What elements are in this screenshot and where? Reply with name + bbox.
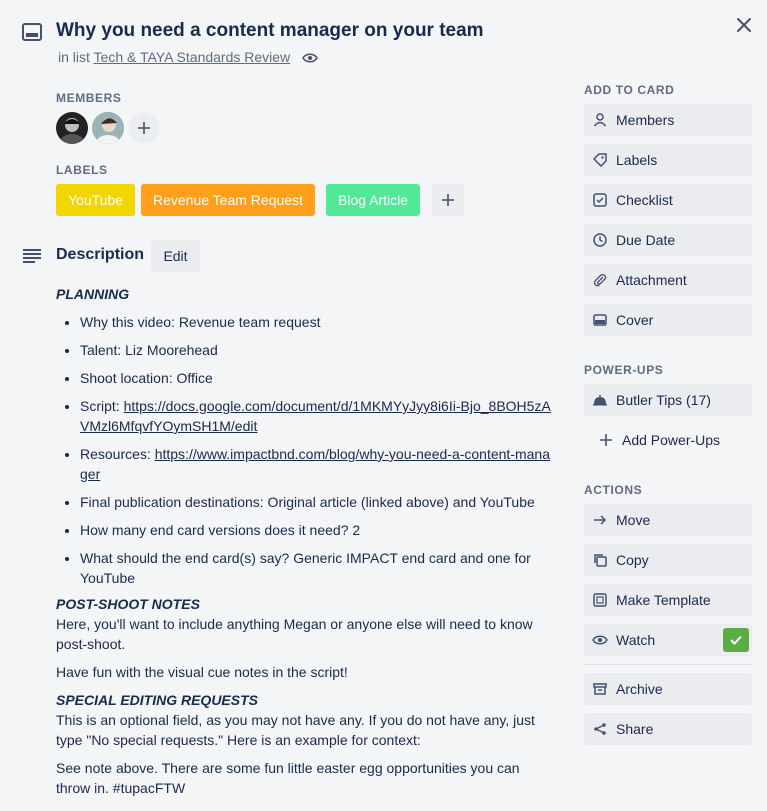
checklist-button-label: Checklist (616, 192, 673, 208)
attachment-button-label: Attachment (616, 272, 687, 288)
plus-icon (138, 122, 150, 134)
butler-tips-button[interactable]: Butler Tips (17) (584, 384, 752, 416)
planning-heading: PLANNING (56, 286, 130, 302)
avatar[interactable] (92, 112, 124, 144)
copy-icon (594, 554, 607, 567)
edit-description-button[interactable]: Edit (151, 240, 200, 272)
fun-text: Have fun with the visual cue notes in th… (56, 664, 348, 680)
tag-icon (593, 153, 607, 167)
power-ups-label: POWER-UPS (584, 363, 664, 377)
butler-bell-icon (593, 395, 607, 406)
checkbox-icon (593, 193, 607, 207)
list-item: Shoot location: Office (80, 368, 556, 388)
cover-icon (593, 314, 607, 326)
post-shoot-heading: POST-SHOOT NOTES (56, 596, 200, 612)
avatar[interactable] (56, 112, 88, 144)
archive-icon (593, 683, 607, 695)
make-template-button-label: Make Template (616, 592, 711, 608)
make-template-button[interactable]: Make Template (584, 584, 752, 616)
description-icon (23, 249, 41, 263)
watch-button-label: Watch (616, 632, 656, 648)
cover-button[interactable]: Cover (584, 304, 752, 336)
labels-button[interactable]: Labels (584, 144, 752, 176)
card-icon (22, 23, 42, 41)
clock-icon (593, 233, 607, 247)
add-member-button[interactable] (128, 112, 160, 144)
move-button-label: Move (616, 512, 651, 528)
actions-label: ACTIONS (584, 483, 643, 497)
card-title[interactable]: Why you need a content manager on your t… (56, 20, 484, 42)
share-icon (594, 723, 606, 735)
list-item: Talent: Liz Moorehead (80, 340, 556, 360)
watch-button[interactable]: Watch (584, 624, 752, 656)
list-breadcrumb: in list Tech & TAYA Standards Review (58, 49, 318, 65)
script-prefix: Script: (80, 398, 124, 414)
arrow-right-icon (594, 515, 607, 525)
copy-button[interactable]: Copy (584, 544, 752, 576)
divider (584, 664, 752, 665)
special-editing-heading: SPECIAL EDITING REQUESTS (56, 692, 258, 708)
label-youtube[interactable]: YouTube (56, 184, 136, 216)
share-button[interactable]: Share (584, 713, 752, 745)
label-revenue-team-request[interactable]: Revenue Team Request (141, 184, 315, 216)
share-button-label: Share (616, 721, 654, 737)
list-link[interactable]: Tech & TAYA Standards Review (94, 49, 291, 65)
due-date-button-label: Due Date (616, 232, 676, 248)
list-item: What should the end card(s) say? Generic… (80, 548, 556, 588)
resources-prefix: Resources: (80, 446, 155, 462)
checkmark-icon (730, 635, 742, 645)
add-to-card-label: ADD TO CARD (584, 83, 675, 97)
label-blog-article[interactable]: Blog Article (326, 184, 421, 216)
archive-button-label: Archive (616, 681, 663, 697)
in-list-prefix: in list (58, 49, 90, 65)
add-power-ups-button[interactable]: Add Power-Ups (584, 424, 752, 456)
template-icon (593, 593, 607, 607)
plus-icon (600, 434, 612, 446)
butler-tips-label: Butler Tips (17) (616, 392, 711, 408)
checklist-button[interactable]: Checklist (584, 184, 752, 216)
paperclip-icon (593, 273, 607, 287)
members-button-label: Members (616, 112, 675, 128)
description-heading: Description (56, 246, 145, 263)
copy-button-label: Copy (616, 552, 649, 568)
attachment-button[interactable]: Attachment (584, 264, 752, 296)
plus-icon (442, 194, 454, 206)
list-item: Resources: https://www.impactbnd.com/blo… (80, 444, 556, 484)
members-label: MEMBERS (56, 91, 122, 105)
special-editing-text: This is an optional field, as you may no… (56, 712, 535, 748)
person-icon (593, 113, 607, 127)
planning-list: Why this video: Revenue team request Tal… (56, 312, 556, 588)
archive-button[interactable]: Archive (584, 673, 752, 705)
list-item: Final publication destinations: Original… (80, 492, 556, 512)
cover-button-label: Cover (616, 312, 654, 328)
add-label-button[interactable] (432, 184, 464, 216)
eye-icon (592, 635, 608, 645)
list-item: Why this video: Revenue team request (80, 312, 556, 332)
move-button[interactable]: Move (584, 504, 752, 536)
description-body[interactable]: PLANNING Why this video: Revenue team re… (56, 284, 556, 806)
close-icon[interactable] (733, 14, 755, 36)
eye-icon[interactable] (302, 51, 318, 65)
labels-button-label: Labels (616, 152, 658, 168)
note-text: See note above. There are some fun littl… (56, 760, 520, 796)
post-shoot-text: Here, you'll want to include anything Me… (56, 616, 533, 652)
list-item: How many end card versions does it need?… (80, 520, 556, 540)
list-item: Script: https://docs.google.com/document… (80, 396, 556, 436)
labels-label: LABELS (56, 163, 108, 177)
add-power-ups-label: Add Power-Ups (622, 432, 721, 448)
script-link[interactable]: https://docs.google.com/document/d/1MKMY… (80, 398, 551, 434)
watch-checked-indicator (723, 628, 749, 652)
members-button[interactable]: Members (584, 104, 752, 136)
due-date-button[interactable]: Due Date (584, 224, 752, 256)
